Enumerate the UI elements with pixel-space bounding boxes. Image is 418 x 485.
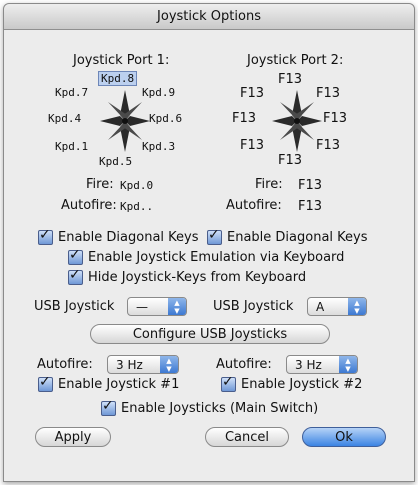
- port2-key-up[interactable]: F13: [278, 72, 302, 87]
- autofire-1-popup[interactable]: 3 Hz ▲ ▼: [107, 355, 179, 374]
- hide-joystick-keys-checkbox[interactable]: Hide Joystick-Keys from Keyboard: [68, 267, 307, 285]
- joysticks-main-switch-label: Enable Joysticks (Main Switch): [121, 401, 319, 416]
- joystick-options-dialog: Joystick Options Joystick Port 1: Kpd.8 …: [3, 3, 415, 482]
- enable-joystick-1-label: Enable Joystick #1: [58, 377, 180, 392]
- port1-autofire-label: Autofire:: [61, 198, 117, 213]
- enable-joystick-2-label: Enable Joystick #2: [241, 377, 363, 392]
- autofire-1-label: Autofire:: [37, 357, 93, 372]
- port2-title: Joystick Port 2:: [247, 53, 344, 68]
- autofire-1-value: 3 Hz: [116, 358, 143, 372]
- port2-key-down[interactable]: F13: [278, 153, 302, 168]
- port1-key-down-right[interactable]: Kpd.3: [142, 140, 175, 153]
- autofire-2-label: Autofire:: [216, 357, 272, 372]
- popup-arrows-icon: ▲ ▼: [339, 356, 357, 373]
- port1-key-down-left[interactable]: Kpd.1: [55, 140, 88, 153]
- port2-key-up-right[interactable]: F13: [316, 86, 340, 101]
- checkbox-checked-icon: [68, 267, 83, 285]
- usb-joystick-1-value: —: [136, 300, 148, 314]
- ok-button[interactable]: Ok: [302, 427, 386, 447]
- port2-fire-key[interactable]: F13: [298, 178, 322, 193]
- checkbox-checked-icon: [68, 247, 83, 265]
- port1-title: Joystick Port 1:: [73, 53, 170, 68]
- port1-diagonal-keys-label: Enable Diagonal Keys: [58, 230, 199, 245]
- joysticks-main-switch-checkbox[interactable]: Enable Joysticks (Main Switch): [101, 398, 319, 416]
- port2-key-up-left[interactable]: F13: [240, 86, 264, 101]
- port1-autofire-key[interactable]: Kpd..: [120, 200, 153, 213]
- port2-key-down-left[interactable]: F13: [240, 138, 264, 153]
- port2-diagonal-keys-checkbox[interactable]: Enable Diagonal Keys: [207, 227, 368, 245]
- enable-joystick-1-checkbox[interactable]: Enable Joystick #1: [38, 374, 180, 392]
- cancel-button[interactable]: Cancel: [205, 427, 289, 447]
- usb-joystick-2-popup[interactable]: A ▲ ▼: [307, 297, 367, 316]
- port2-key-left[interactable]: F13: [232, 111, 256, 126]
- port1-key-down[interactable]: Kpd.5: [99, 155, 132, 168]
- port2-autofire-key[interactable]: F13: [298, 199, 322, 214]
- window-title: Joystick Options: [157, 9, 261, 24]
- port2-fire-label: Fire:: [255, 177, 283, 192]
- port2-key-down-right[interactable]: F13: [316, 138, 340, 153]
- usb-joystick-2-label: USB Joystick: [213, 299, 294, 314]
- enable-joystick-2-checkbox[interactable]: Enable Joystick #2: [221, 374, 363, 392]
- port1-key-up-right[interactable]: Kpd.9: [142, 86, 175, 99]
- popup-arrows-icon: ▲ ▼: [168, 298, 186, 315]
- checkbox-checked-icon: [207, 227, 222, 245]
- popup-arrows-icon: ▲ ▼: [348, 298, 366, 315]
- port1-key-up-left[interactable]: Kpd.7: [55, 86, 88, 99]
- usb-joystick-1-popup[interactable]: — ▲ ▼: [127, 297, 187, 316]
- checkbox-checked-icon: [38, 227, 53, 245]
- port1-key-right[interactable]: Kpd.6: [149, 112, 182, 125]
- keyboard-emulation-checkbox[interactable]: Enable Joystick Emulation via Keyboard: [68, 247, 345, 265]
- configure-usb-joysticks-button[interactable]: Configure USB Joysticks: [90, 324, 330, 344]
- popup-arrows-icon: ▲ ▼: [160, 356, 178, 373]
- port1-fire-label: Fire:: [86, 177, 114, 192]
- checkbox-checked-icon: [221, 374, 236, 392]
- checkbox-checked-icon: [101, 398, 116, 416]
- port2-diagonal-keys-label: Enable Diagonal Keys: [227, 230, 368, 245]
- usb-joystick-1-label: USB Joystick: [34, 299, 115, 314]
- port1-key-up[interactable]: Kpd.8: [98, 71, 138, 86]
- port1-fire-key[interactable]: Kpd.0: [120, 179, 153, 192]
- apply-button[interactable]: Apply: [35, 427, 111, 447]
- usb-joystick-2-value: A: [316, 300, 325, 314]
- port2-direction-compass-icon: [272, 90, 322, 152]
- title-bar[interactable]: Joystick Options: [4, 4, 414, 30]
- checkbox-checked-icon: [38, 374, 53, 392]
- port2-autofire-label: Autofire:: [226, 198, 282, 213]
- port1-diagonal-keys-checkbox[interactable]: Enable Diagonal Keys: [38, 227, 199, 245]
- port2-key-right[interactable]: F13: [323, 111, 347, 126]
- port1-key-left[interactable]: Kpd.4: [48, 112, 81, 125]
- hide-joystick-keys-label: Hide Joystick-Keys from Keyboard: [88, 270, 307, 285]
- keyboard-emulation-label: Enable Joystick Emulation via Keyboard: [88, 250, 345, 265]
- autofire-2-value: 3 Hz: [295, 358, 322, 372]
- autofire-2-popup[interactable]: 3 Hz ▲ ▼: [286, 355, 358, 374]
